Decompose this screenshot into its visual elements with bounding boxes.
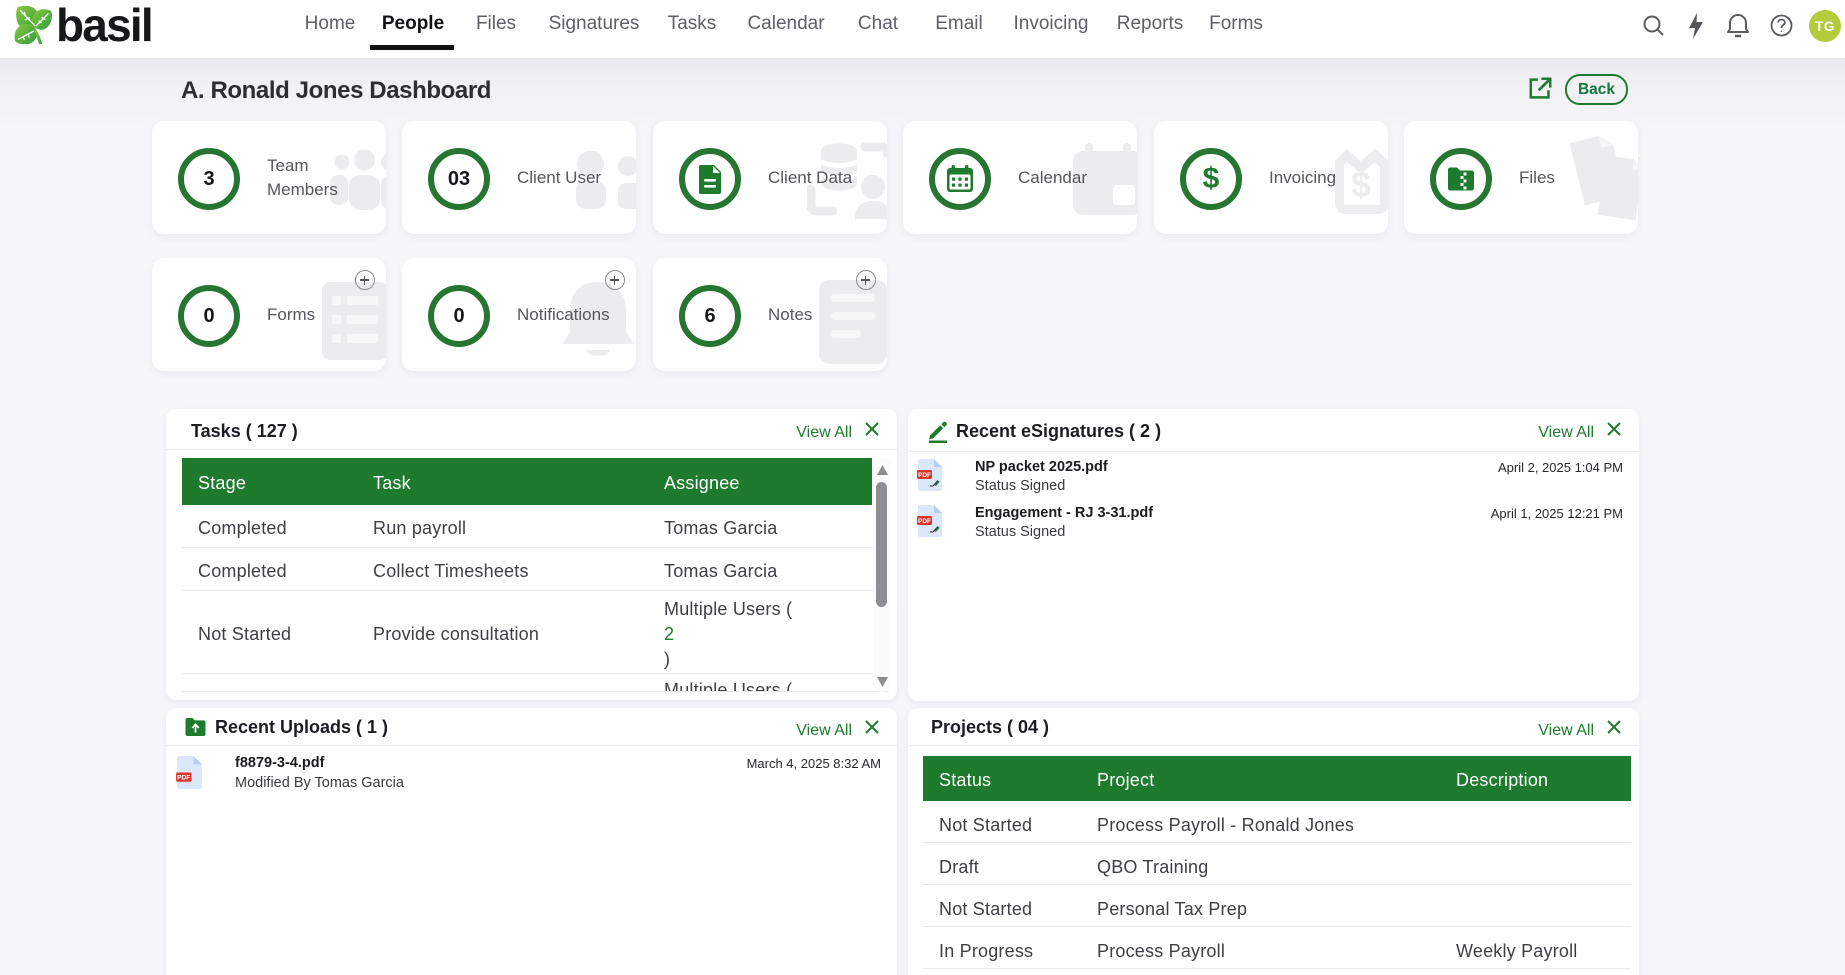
svg-text:$: $ <box>1203 162 1220 195</box>
svg-text:PDF: PDF <box>177 775 190 782</box>
svg-text:PDF: PDF <box>918 518 931 525</box>
svg-text:$: $ <box>1351 164 1371 205</box>
svg-text:PDF: PDF <box>918 472 931 479</box>
